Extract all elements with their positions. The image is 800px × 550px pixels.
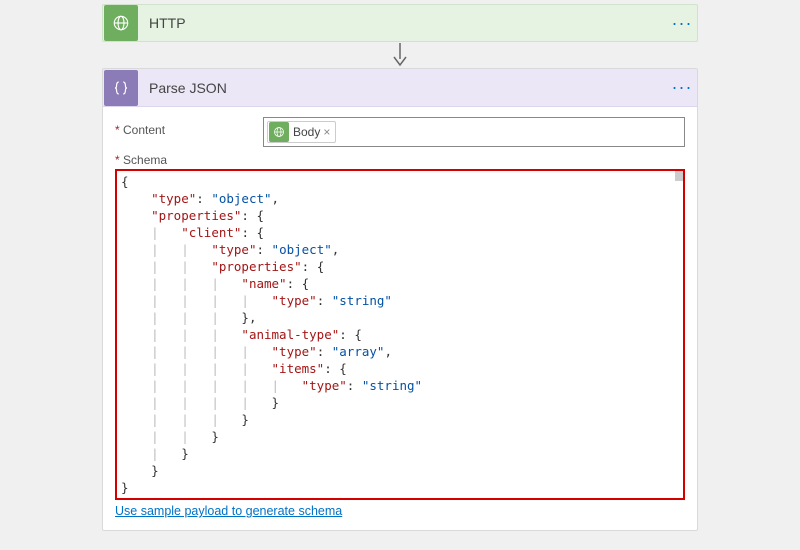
parse-json-title: Parse JSON (139, 80, 667, 96)
body-token-label: Body (293, 125, 320, 139)
schema-editor[interactable]: { "type": "object", "properties": { | "c… (115, 169, 685, 500)
content-row: * Content Body × (115, 117, 685, 147)
http-title: HTTP (139, 15, 667, 31)
schema-code[interactable]: { "type": "object", "properties": { | "c… (117, 171, 683, 498)
required-marker: * (115, 123, 120, 137)
content-label: * Content (115, 117, 263, 137)
parse-json-header[interactable]: Parse JSON ··· (103, 69, 697, 107)
body-token[interactable]: Body × (267, 121, 336, 143)
http-icon (104, 5, 138, 41)
schema-label: * Schema (115, 153, 685, 167)
body-token-remove[interactable]: × (320, 125, 335, 139)
body-token-icon (269, 122, 289, 142)
http-action-card[interactable]: HTTP ··· (102, 4, 698, 42)
use-sample-payload-link[interactable]: Use sample payload to generate schema (115, 504, 342, 518)
json-icon (104, 70, 138, 106)
parse-json-menu-button[interactable]: ··· (667, 77, 697, 98)
content-input[interactable]: Body × (263, 117, 685, 147)
parse-json-card: Parse JSON ··· * Content (102, 68, 698, 531)
http-menu-button[interactable]: ··· (667, 13, 697, 34)
flow-connector (102, 42, 698, 68)
schema-label-text: Schema (123, 153, 167, 167)
required-marker: * (115, 153, 120, 167)
designer-canvas: HTTP ··· Parse JSON ··· * Content (0, 0, 800, 543)
content-label-text: Content (123, 123, 165, 137)
